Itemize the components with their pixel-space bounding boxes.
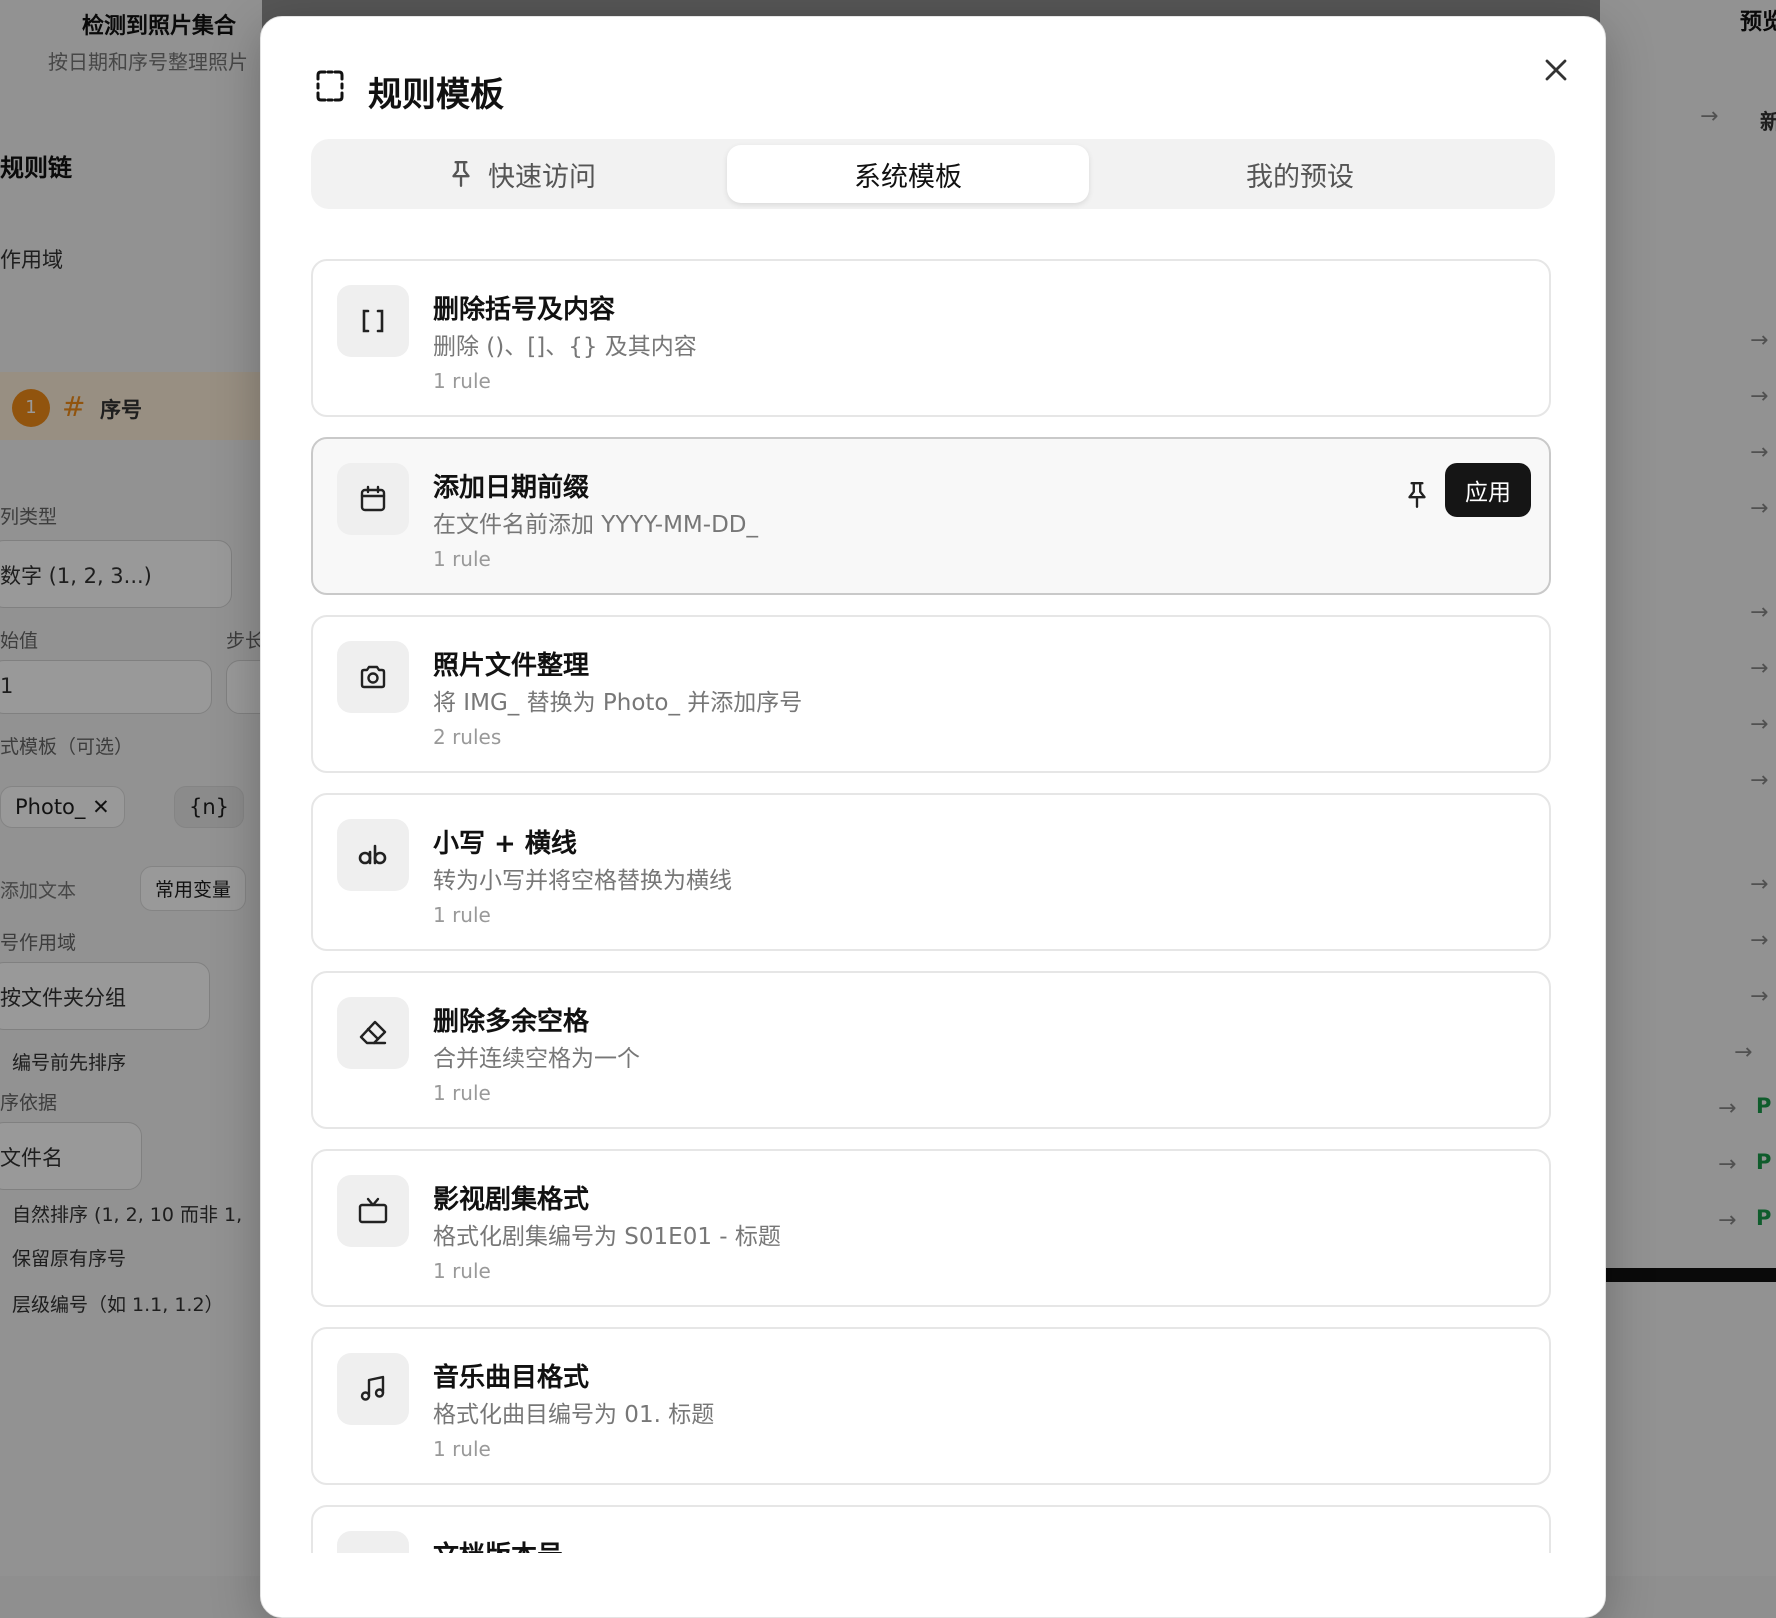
music-icon [337,1353,409,1425]
camera-icon [337,641,409,713]
calendar-icon [337,463,409,535]
template-card[interactable]: 音乐曲目格式 格式化曲目编号为 01. 标题 1 rule [311,1327,1551,1485]
tab-my-presets[interactable]: 我的预设 [1095,145,1505,203]
template-desc: 格式化曲目编号为 01. 标题 [433,1402,715,1428]
template-card[interactable]: 影视剧集格式 格式化剧集编号为 S01E01 - 标题 1 rule [311,1149,1551,1307]
template-card[interactable]: 删除多余空格 合并连续空格为一个 1 rule [311,971,1551,1129]
template-title: 音乐曲目格式 [433,1363,590,1393]
lowercase-icon [337,819,409,891]
template-desc: 将 IMG_ 替换为 Photo_ 并添加序号 [433,690,803,716]
template-desc: 格式化剧集编号为 S01E01 - 标题 [433,1224,781,1250]
apply-button[interactable]: 应用 [1445,463,1531,517]
modal-title: 规则模板 [368,75,504,115]
template-title: 删除多余空格 [433,1007,590,1037]
tab-quick-access[interactable]: 快速访问 [317,145,727,203]
pin-button[interactable] [1397,475,1437,515]
template-card[interactable]: 小写 + 横线 转为小写并将空格替换为横线 1 rule [311,793,1551,951]
pin-icon [1408,482,1426,508]
template-title: 小写 + 横线 [433,829,577,859]
template-rule-count: 1 rule [433,1437,491,1461]
template-icon [316,70,344,102]
template-card[interactable]: 照片文件整理 将 IMG_ 替换为 Photo_ 并添加序号 2 rules [311,615,1551,773]
template-rule-count: 1 rule [433,903,491,927]
template-title: 照片文件整理 [433,651,590,681]
template-desc: 在文件名前添加 YYYY-MM-DD_ [433,512,758,538]
template-rule-count: 1 rule [433,1259,491,1283]
template-rule-count: 1 rule [433,369,491,393]
tab-quick-access-label: 快速访问 [488,161,596,193]
tab-my-presets-label: 我的预设 [1246,161,1354,193]
template-tabs: 快速访问 系统模板 我的预设 [311,139,1555,209]
rule-template-modal: 规则模板 快速访问 系统模板 我的预设 删除括号及内容 删除 ()、[]、{} … [260,16,1606,1618]
template-card[interactable]: 添加日期前缀 在文件名前添加 YYYY-MM-DD_ 1 rule 应用 [311,437,1551,595]
template-desc: 转为小写并将空格替换为横线 [433,868,732,894]
template-desc: 合并连续空格为一个 [433,1046,640,1072]
template-rule-count: 1 rule [433,547,491,571]
tv-icon [337,1175,409,1247]
tab-system-templates[interactable]: 系统模板 [727,145,1089,203]
pin-icon [452,161,470,187]
template-desc: 删除 ()、[]、{} 及其内容 [433,334,697,360]
template-rule-count: 1 rule [433,1081,491,1105]
template-card[interactable]: 删除括号及内容 删除 ()、[]、{} 及其内容 1 rule [311,259,1551,417]
template-title: 添加日期前缀 [433,473,590,503]
eraser-icon [337,997,409,1069]
tab-system-templates-label: 系统模板 [854,161,962,193]
template-rule-count: 2 rules [433,725,502,749]
close-icon[interactable] [1537,51,1575,89]
brackets-icon [337,285,409,357]
list-scroll-mask [261,1553,1605,1617]
template-title: 删除括号及内容 [433,295,616,325]
template-title: 影视剧集格式 [433,1185,590,1215]
